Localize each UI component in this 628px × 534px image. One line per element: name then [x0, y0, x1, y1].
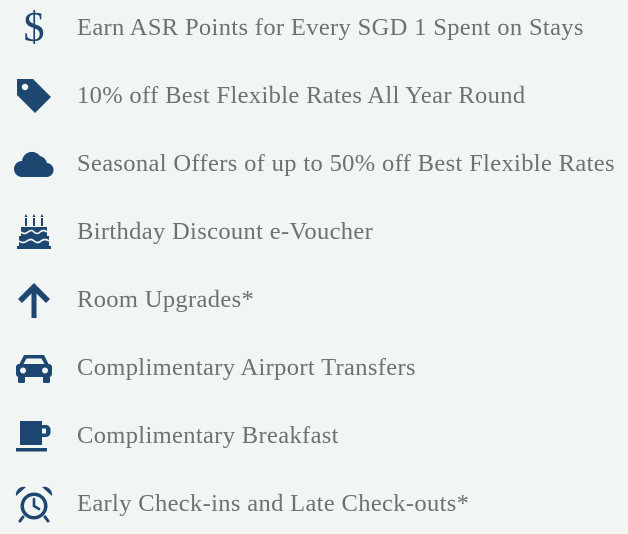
dollar-icon: $	[23, 5, 45, 51]
alarm-clock-icon	[14, 484, 54, 524]
benefit-room-upgrades: Room Upgrades*	[0, 270, 628, 330]
benefit-early-late-checkout: Early Check-ins and Late Check-outs*	[0, 474, 628, 534]
benefit-seasonal-offers: Seasonal Offers of up to 50% off Best Fl…	[0, 134, 628, 194]
benefit-breakfast: Complimentary Breakfast	[0, 406, 628, 466]
benefit-label: Room Upgrades*	[77, 286, 255, 313]
benefit-flexible-rates-discount: 10% off Best Flexible Rates All Year Rou…	[0, 66, 628, 126]
birthday-cake-icon	[14, 212, 54, 252]
benefit-label: Earn ASR Points for Every SGD 1 Spent on…	[77, 14, 584, 41]
benefits-list: $ Earn ASR Points for Every SGD 1 Spent …	[0, 0, 628, 523]
benefit-birthday-voucher: Birthday Discount e-Voucher	[0, 202, 628, 262]
coffee-mug-icon	[14, 416, 54, 456]
benefit-label: Complimentary Breakfast	[77, 422, 339, 449]
cloud-icon	[14, 144, 54, 184]
tag-icon	[14, 76, 54, 116]
car-icon	[14, 348, 54, 388]
benefit-airport-transfers: Complimentary Airport Transfers	[0, 338, 628, 398]
benefit-earn-points: $ Earn ASR Points for Every SGD 1 Spent …	[0, 0, 628, 58]
benefit-label: Complimentary Airport Transfers	[77, 354, 416, 381]
benefit-label: 10% off Best Flexible Rates All Year Rou…	[77, 82, 526, 109]
arrow-up-icon	[14, 280, 54, 320]
benefit-label: Seasonal Offers of up to 50% off Best Fl…	[77, 150, 615, 177]
benefit-label: Birthday Discount e-Voucher	[77, 218, 374, 245]
benefit-label: Early Check-ins and Late Check-outs*	[77, 490, 470, 517]
